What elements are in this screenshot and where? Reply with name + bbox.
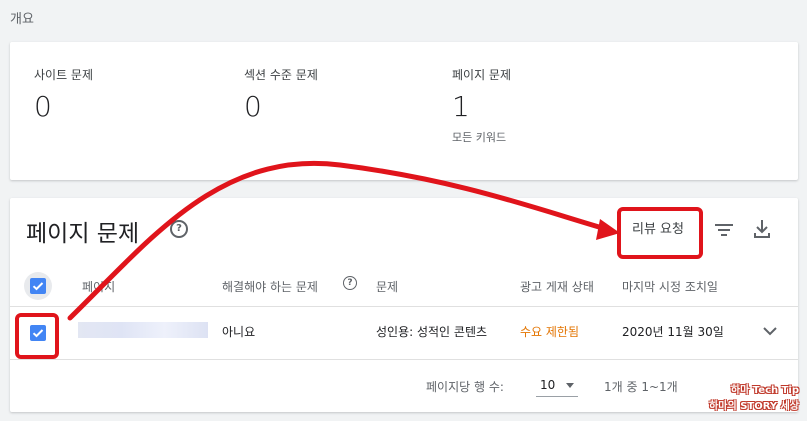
- dropdown-arrow-icon: [566, 383, 574, 388]
- cell-last-action: 2020년 11월 30일: [622, 325, 724, 339]
- section-issues-label: 섹션 수준 문제: [244, 68, 318, 82]
- chevron-down-icon[interactable]: [762, 323, 778, 339]
- download-icon[interactable]: [752, 218, 772, 240]
- table-row[interactable]: 아니요 성인용: 성적인 콘텐츠 수요 제한됨 2020년 11월 30일: [10, 307, 798, 360]
- row-checkbox-highlight: [15, 313, 59, 359]
- cell-issue: 성인용: 성적인 콘텐츠: [376, 325, 488, 339]
- watermark: 하마 Tech Tip 하마의 STORY 세상: [709, 383, 799, 415]
- header-issue[interactable]: 문제: [376, 278, 398, 295]
- page-issues-metric: 페이지 문제 1 모든 키워드: [452, 66, 511, 145]
- header-page[interactable]: 페이지: [82, 278, 115, 295]
- filter-icon[interactable]: [714, 220, 734, 240]
- page-issues-label: 페이지 문제: [452, 68, 512, 82]
- rows-per-page-select[interactable]: 10: [536, 370, 578, 397]
- table-title: 페이지 문제: [26, 221, 140, 247]
- header-help-icon[interactable]: ?: [343, 276, 357, 290]
- section-issues-metric: 섹션 수준 문제 0: [244, 66, 318, 121]
- select-all-checkbox[interactable]: [30, 278, 46, 294]
- overview-title: 개요: [10, 12, 34, 27]
- page-issues-sub: 모든 키워드: [452, 131, 507, 144]
- help-icon[interactable]: ?: [170, 220, 188, 238]
- site-issues-metric: 사이트 문제 0: [34, 66, 93, 121]
- rows-per-page-label: 페이지당 행 수:: [426, 380, 504, 394]
- site-issues-label: 사이트 문제: [34, 68, 94, 82]
- summary-card: 사이트 문제 0 섹션 수준 문제 0 페이지 문제 1 모든 키워드: [10, 42, 798, 180]
- page-issues-value: 1: [452, 90, 470, 123]
- header-resolve[interactable]: 해결해야 하는 문제: [222, 278, 318, 295]
- header-ad-status[interactable]: 광고 게재 상태: [520, 278, 594, 295]
- select-all-ripple: [24, 272, 52, 300]
- section-issues-value: 0: [244, 90, 262, 123]
- cell-resolve: 아니요: [222, 325, 256, 339]
- site-issues-value: 0: [34, 90, 52, 123]
- header-last-action[interactable]: 마지막 시정 조치일: [622, 278, 718, 295]
- check-icon: [32, 282, 44, 291]
- table-header: 페이지 해결해야 하는 문제 ? 문제 광고 게재 상태 마지막 시정 조치일: [10, 266, 798, 307]
- rows-per-page-value: 10: [540, 378, 556, 392]
- page-url-redacted: [78, 322, 208, 338]
- review-button-highlight: [617, 207, 703, 259]
- pagination-range: 1개 중 1~1개: [604, 380, 678, 394]
- watermark-line1: 하마 Tech Tip: [730, 385, 799, 396]
- watermark-line2: 하마의 STORY 세상: [709, 401, 799, 412]
- cell-ad-status: 수요 제한됨: [520, 325, 580, 339]
